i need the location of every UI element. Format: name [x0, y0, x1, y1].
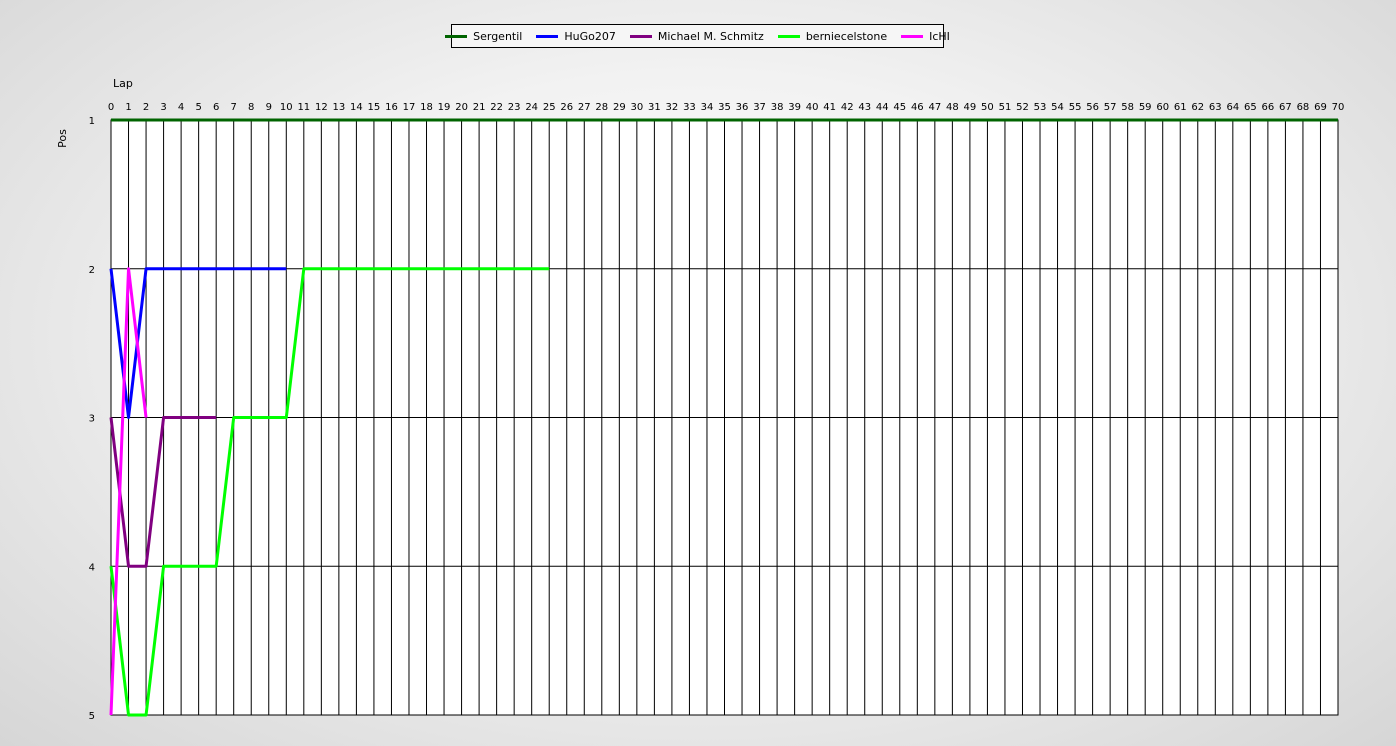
x-tick-label: 33: [683, 102, 696, 113]
x-tick-label: 2: [143, 102, 149, 113]
x-tick-label: 65: [1244, 102, 1257, 113]
y-tick-label: 1: [89, 116, 95, 127]
x-tick-label: 61: [1174, 102, 1187, 113]
x-tick-label: 9: [266, 102, 272, 113]
x-tick-label: 51: [999, 102, 1012, 113]
x-tick-label: 7: [231, 102, 237, 113]
x-tick-label: 56: [1086, 102, 1099, 113]
x-tick-label: 67: [1279, 102, 1292, 113]
x-tick-label: 25: [543, 102, 556, 113]
x-tick-label: 42: [841, 102, 854, 113]
x-tick-label: 66: [1262, 102, 1275, 113]
x-tick-label: 70: [1332, 102, 1345, 113]
x-tick-label: 29: [613, 102, 626, 113]
x-tick-label: 45: [893, 102, 906, 113]
x-tick-label: 35: [718, 102, 731, 113]
x-tick-label: 37: [753, 102, 766, 113]
x-tick-label: 31: [648, 102, 661, 113]
x-tick-label: 46: [911, 102, 924, 113]
x-tick-label: 5: [195, 102, 201, 113]
x-tick-label: 38: [771, 102, 784, 113]
x-tick-label: 50: [981, 102, 994, 113]
x-tick-label: 12: [315, 102, 328, 113]
x-tick-label: 23: [508, 102, 521, 113]
y-tick-label: 2: [89, 265, 95, 276]
x-tick-label: 55: [1069, 102, 1082, 113]
x-tick-label: 39: [788, 102, 801, 113]
x-tick-label: 3: [160, 102, 166, 113]
x-tick-label: 18: [420, 102, 433, 113]
x-tick-label: 49: [964, 102, 977, 113]
x-tick-label: 21: [473, 102, 486, 113]
x-tick-label: 63: [1209, 102, 1222, 113]
y-tick-label: 4: [89, 562, 95, 573]
x-tick-label: 27: [578, 102, 591, 113]
x-tick-label: 30: [630, 102, 643, 113]
x-tick-label: 26: [560, 102, 573, 113]
x-tick-label: 54: [1051, 102, 1064, 113]
x-tick-label: 53: [1034, 102, 1047, 113]
x-tick-label: 32: [666, 102, 679, 113]
x-tick-label: 1: [125, 102, 131, 113]
x-tick-label: 10: [280, 102, 293, 113]
x-tick-label: 69: [1314, 102, 1327, 113]
x-tick-label: 43: [858, 102, 871, 113]
x-tick-label: 34: [701, 102, 714, 113]
x-tick-label: 41: [823, 102, 836, 113]
x-tick-label: 28: [595, 102, 608, 113]
x-tick-label: 13: [333, 102, 346, 113]
x-tick-label: 57: [1104, 102, 1117, 113]
x-tick-label: 19: [438, 102, 451, 113]
x-tick-label: 36: [736, 102, 749, 113]
x-tick-label: 8: [248, 102, 254, 113]
x-tick-label: 68: [1297, 102, 1310, 113]
x-tick-label: 44: [876, 102, 889, 113]
x-tick-label: 14: [350, 102, 363, 113]
x-tick-label: 0: [108, 102, 114, 113]
y-tick-label: 5: [89, 711, 95, 722]
x-tick-label: 17: [403, 102, 416, 113]
x-tick-label: 15: [368, 102, 381, 113]
x-tick-label: 64: [1226, 102, 1239, 113]
x-tick-label: 60: [1156, 102, 1169, 113]
x-tick-label: 4: [178, 102, 184, 113]
x-tick-label: 52: [1016, 102, 1029, 113]
y-tick-label: 3: [89, 414, 95, 425]
x-tick-label: 48: [946, 102, 959, 113]
x-tick-label: 24: [525, 102, 538, 113]
x-tick-label: 6: [213, 102, 219, 113]
x-tick-label: 62: [1191, 102, 1204, 113]
x-tick-label: 20: [455, 102, 468, 113]
line-chart: 0 1 2 3 4 5 6 7 8 9 10 11 12 13 14 15 16 17 18 19 20 21 22 23 24…: [89, 102, 1345, 722]
x-tick-label: 11: [297, 102, 310, 113]
x-tick-label: 16: [385, 102, 398, 113]
x-tick-label: 47: [928, 102, 941, 113]
x-tick-label: 58: [1121, 102, 1134, 113]
x-tick-label: 40: [806, 102, 819, 113]
x-tick-label: 59: [1139, 102, 1152, 113]
x-tick-label: 22: [490, 102, 503, 113]
